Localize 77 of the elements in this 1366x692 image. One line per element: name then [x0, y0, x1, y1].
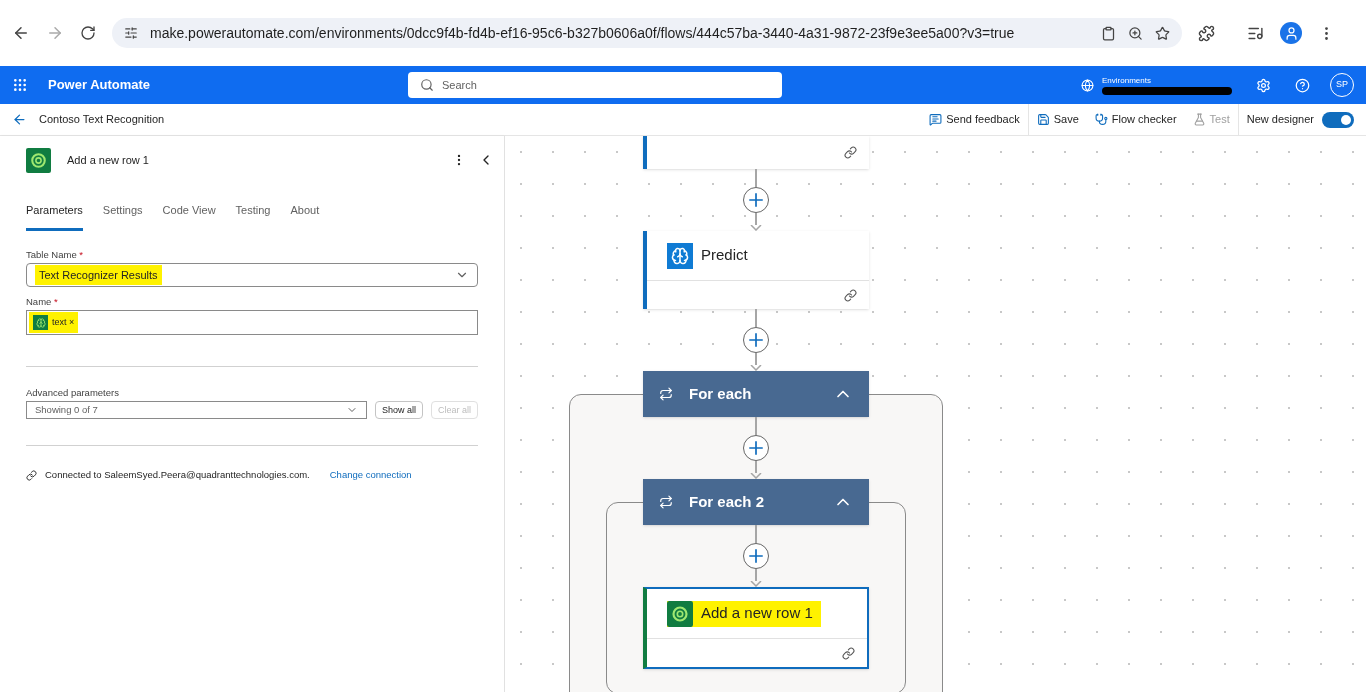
action-title: Predict — [701, 245, 748, 266]
field-label: Table Name * — [26, 248, 84, 260]
site-settings-icon[interactable] — [124, 26, 138, 40]
brain-icon — [33, 315, 48, 330]
change-connection-link[interactable]: Change connection — [329, 468, 412, 483]
toolbar-button[interactable]: Send feedback — [921, 104, 1028, 135]
plus-icon — [747, 331, 765, 349]
add-step-button[interactable] — [743, 187, 769, 213]
field-label: Name * — [26, 295, 58, 307]
link-icon — [844, 146, 857, 159]
new-designer-toggle[interactable] — [1322, 111, 1354, 128]
tab[interactable]: Settings — [102, 202, 143, 231]
arrow-head-icon — [750, 365, 762, 371]
loop-title: For each 2 — [689, 491, 766, 512]
url-text: make.powerautomate.com/environments/0dcc9f4b-fd4b-ef16-95c6-b327b0606a0f/flows/444c57ba-3440-4a31-9872-23f9e3ee5a00?v3=true — [150, 23, 1016, 43]
test-icon — [1192, 113, 1206, 126]
environment-icon[interactable] — [1081, 78, 1094, 92]
app-title[interactable]: Power Automate — [48, 75, 408, 95]
loop-icon — [659, 495, 673, 509]
arrow-head-icon — [750, 225, 762, 231]
plus-icon — [747, 191, 765, 209]
action-card[interactable]: Add a new row 1 — [643, 587, 869, 669]
toolbar-button[interactable]: Flow checker — [1086, 104, 1185, 135]
panel-button[interactable]: Show all — [374, 401, 423, 420]
back-icon[interactable] — [12, 112, 27, 127]
add-step-button[interactable] — [743, 435, 769, 461]
link-icon — [26, 469, 37, 481]
checker-icon — [1094, 113, 1108, 126]
field-label: Advanced parameters — [26, 386, 120, 400]
new-designer-label: New designer — [1246, 112, 1314, 128]
connection-text: Connected to SaleemSyed.Peera@quadranttechnologies.com. — [45, 468, 310, 483]
settings-icon[interactable] — [1256, 77, 1271, 93]
help-icon[interactable] — [1295, 77, 1310, 93]
toolbar-button[interactable]: Save — [1027, 104, 1087, 135]
plus-icon — [747, 439, 765, 457]
extensions-icon[interactable] — [1198, 24, 1215, 42]
profile-icon[interactable] — [1280, 22, 1302, 44]
zoom-icon[interactable] — [1128, 25, 1143, 41]
link-icon — [842, 646, 855, 660]
dropdown-field[interactable]: Showing 0 of 7 — [26, 401, 367, 420]
loop-icon — [659, 387, 673, 401]
search-field[interactable]: Search — [408, 72, 782, 98]
loop-title: For each — [689, 383, 753, 404]
add-step-button[interactable] — [743, 327, 769, 353]
tab[interactable]: Code View — [162, 202, 216, 231]
save-icon — [1036, 113, 1050, 126]
clipboard-icon[interactable] — [1101, 25, 1116, 41]
add-step-button[interactable] — [743, 543, 769, 569]
token-chip[interactable]: text × — [29, 312, 79, 333]
feedback-icon — [929, 113, 943, 126]
environments-label: Environments — [1102, 75, 1152, 87]
back-icon[interactable] — [12, 24, 30, 42]
link-icon — [844, 288, 857, 302]
plus-icon — [747, 547, 765, 565]
input-field[interactable]: text × — [26, 310, 478, 335]
dropdown-field[interactable]: Text Recognizer Results — [26, 262, 478, 287]
tab[interactable]: About — [290, 202, 320, 231]
panel-title: Add a new row 1 — [67, 152, 149, 168]
tab[interactable]: Testing — [235, 202, 271, 231]
arrow-head-icon — [750, 581, 762, 587]
action-card[interactable]: Predict — [643, 231, 869, 309]
address-bar[interactable]: make.powerautomate.com/environments/0dcc9f4b-fd4b-ef16-95c6-b327b0606a0f/flows/444c57ba-3440-4a31-9872-23f9e3ee5a00?v3=true — [112, 18, 1182, 48]
loop-header[interactable]: For each — [643, 371, 869, 417]
star-icon[interactable] — [1155, 25, 1170, 41]
flow-name: Contoso Text Recognition — [39, 112, 165, 128]
action-card[interactable] — [643, 136, 869, 169]
reload-icon[interactable] — [80, 25, 96, 41]
arrow-head-icon — [750, 473, 762, 479]
field-value: Text Recognizer Results — [35, 264, 162, 285]
brain-icon — [667, 242, 693, 269]
loop-header[interactable]: For each 2 — [643, 479, 869, 525]
action-title: Add a new row 1 — [701, 603, 813, 624]
tab[interactable]: Parameters — [26, 202, 83, 231]
app-launcher-icon[interactable] — [12, 77, 28, 93]
dataverse-logo-icon — [667, 600, 693, 627]
dataverse-logo-icon — [26, 147, 51, 173]
search-icon — [420, 78, 434, 92]
